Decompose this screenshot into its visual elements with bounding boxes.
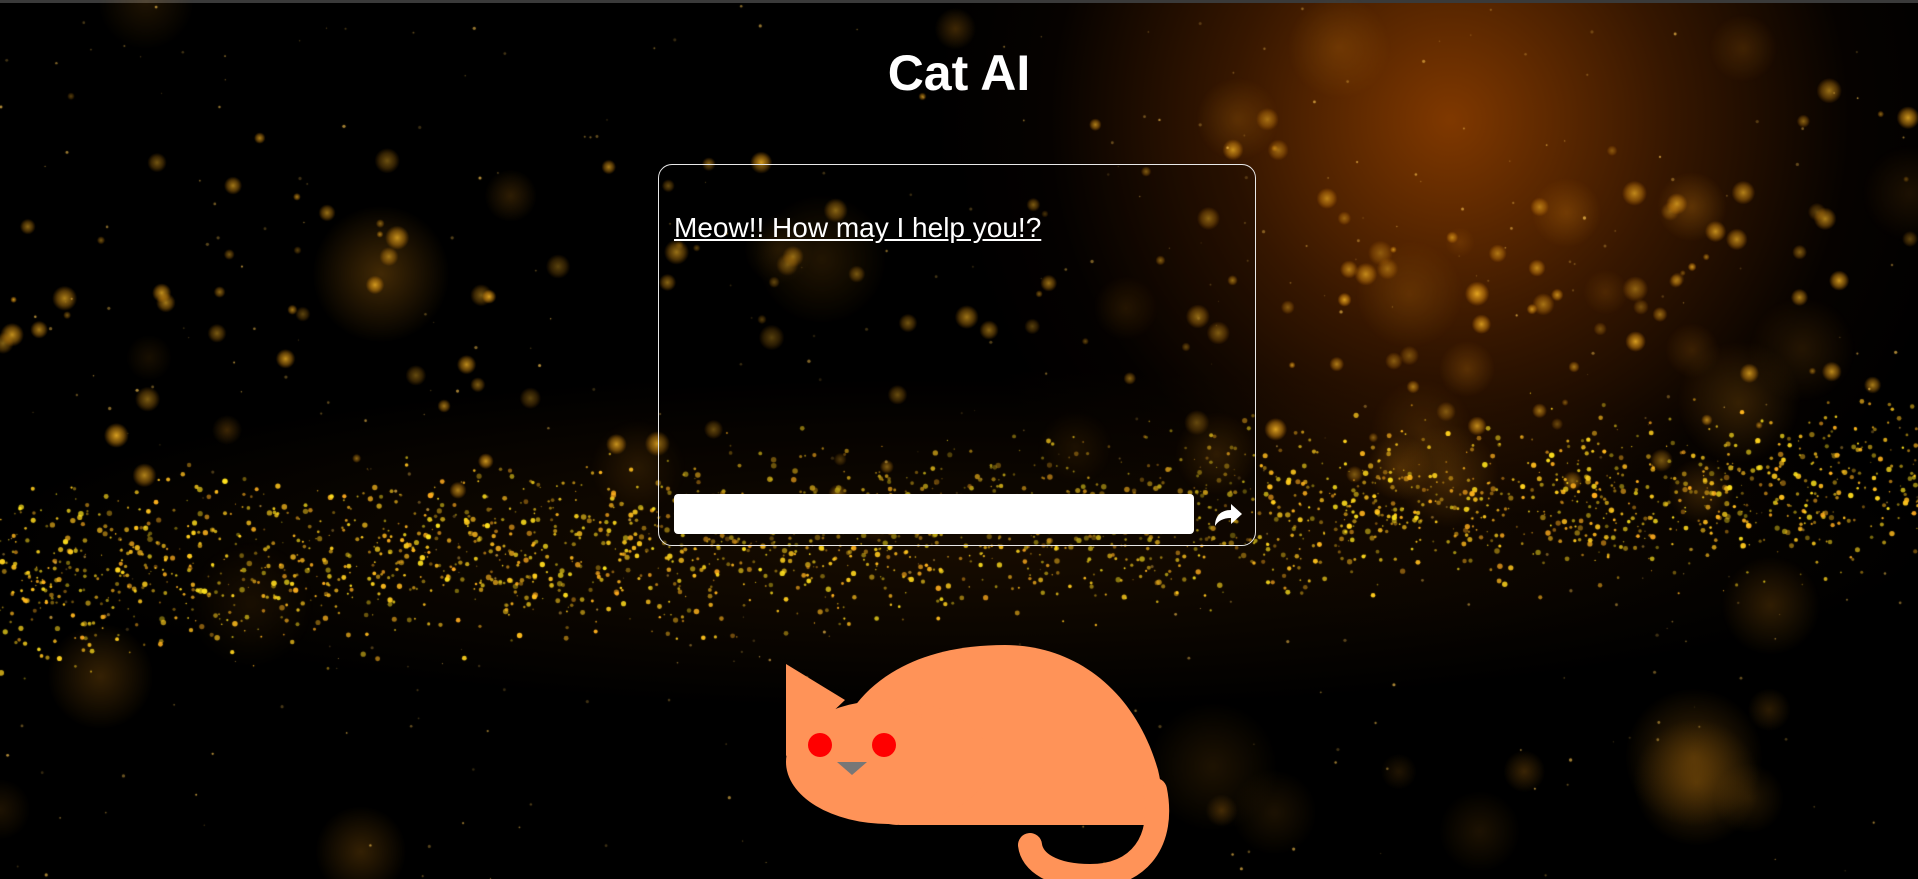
page-title: Cat AI [887,45,1031,101]
cat-eye-left [808,733,832,757]
chat-message-link[interactable]: Meow!! How may I help you!? [674,212,1041,244]
chat-panel: Meow!! How may I help you!? [658,164,1256,546]
chat-input[interactable] [674,494,1194,534]
send-button[interactable] [1207,494,1247,534]
cat-eye-right [872,733,896,757]
share-arrow-icon [1215,504,1242,526]
page-background: Cat AI Meow!! How may I help you!? [0,0,1918,879]
cat-illustration [786,645,1170,879]
